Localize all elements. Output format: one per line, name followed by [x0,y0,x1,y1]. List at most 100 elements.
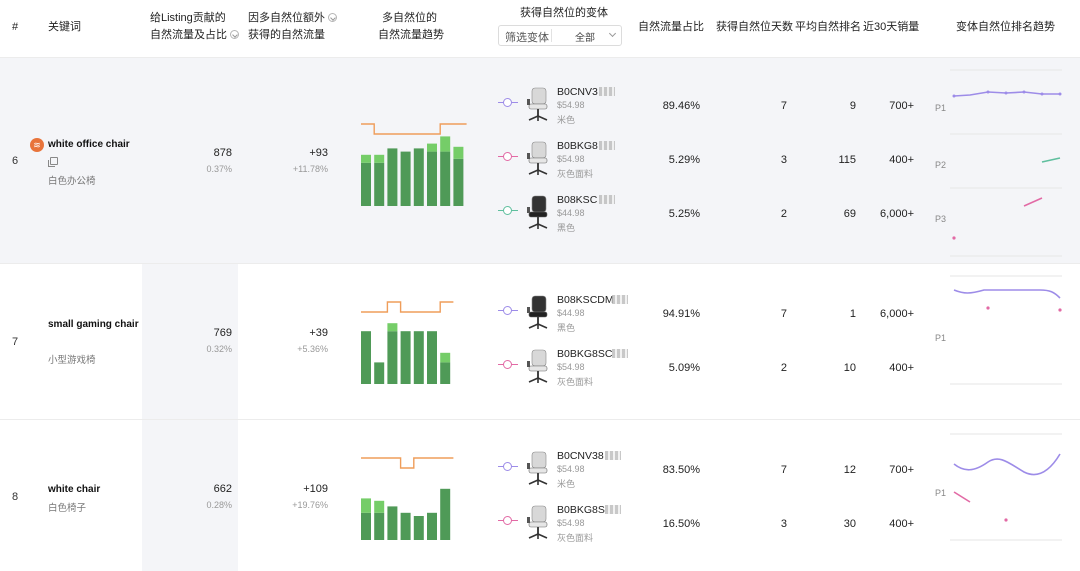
variant-node-icon [498,152,518,162]
trend-bar [361,162,371,206]
variant-color: 米色 [557,479,576,489]
trend-bar [440,488,451,540]
trend-bar [427,151,437,206]
rank-level-label: P1 [935,488,947,498]
header-share: 自然流量占比 [638,21,704,33]
trend-bar [387,148,398,206]
chair-icon[interactable] [524,140,552,178]
variant-item[interactable]: B08KSCDM $44.98 黑色 [498,294,638,340]
trend-bar [374,512,385,540]
variant-days: 7 [780,308,787,320]
redacted-mask [611,295,628,304]
keyword-translation: 白色椅子 [48,503,87,514]
variant-asin[interactable]: B0BKG8SC [557,348,612,360]
chair-icon[interactable] [524,348,552,386]
variant-days: 3 [780,154,787,166]
header-extra-line2: 获得的自然流量 [248,29,325,41]
trend-bar-extra [440,352,451,363]
trend-bar [361,331,371,384]
variant-asin[interactable]: B08KSCDM [557,294,614,306]
chair-icon[interactable] [524,450,552,488]
trend-bar [413,148,424,206]
variant-sales30: 400+ [889,154,914,166]
variant-item[interactable]: B0CNV38 $54.98 米色 [498,450,638,496]
variant-avg-rank: 115 [838,154,856,166]
variant-item[interactable]: B0BKG8S $54.98 灰色面料 [498,504,638,550]
variant-avg-rank: 30 [843,518,856,530]
chair-icon[interactable] [524,294,552,332]
table-header: # 关键词 给Listing贡献的 自然流量及占比 因多自然位额外 获得的自然流… [0,0,1080,58]
variant-node-icon [498,206,518,216]
trend-bar-extra [440,136,451,152]
variant-avg-rank: 12 [843,464,856,476]
trend-bar [400,512,411,540]
variant-asin[interactable]: B08KSC [557,194,597,206]
traffic-percent: 0.32% [206,344,232,354]
variant-sales30: 400+ [889,518,914,530]
header-keyword: 关键词 [48,21,81,33]
filter-divider [551,29,552,42]
table-row[interactable] [0,264,1080,420]
traffic-value: 769 [213,327,232,339]
variant-color: 黑色 [557,223,576,233]
chair-icon[interactable] [524,504,552,542]
sort-icon[interactable] [230,30,239,39]
header-rank-trend: 变体自然位排名趋势 [956,21,1055,33]
trend-bar [361,512,371,540]
rank-trend-chart [950,433,1062,541]
trend-bar-extra [374,154,385,163]
position-count-line [361,123,467,135]
trend-bar [413,516,424,540]
rank-level-label: P3 [935,214,947,224]
variant-days: 7 [780,464,787,476]
variant-node-icon [498,462,518,472]
variant-item[interactable]: B0BKG8SC $54.98 灰色面料 [498,348,638,394]
trend-bar [427,512,437,540]
variant-asin[interactable]: B0CNV3 [557,86,598,98]
keyword-text[interactable]: white office chair [48,139,130,150]
variant-node-icon [498,306,518,316]
variant-share: 16.50% [662,518,700,530]
variant-node-icon [498,360,518,370]
variant-item[interactable]: B08KSC $44.98 黑色 [498,194,638,240]
variant-days: 3 [780,518,787,530]
variant-asin[interactable]: B0CNV38 [557,450,604,462]
variant-share: 94.91% [662,308,700,320]
rank-level-label: P1 [935,103,947,113]
header-traffic[interactable]: 给Listing贡献的 自然流量及占比 [150,10,239,44]
variant-color: 灰色面料 [557,377,594,387]
sort-icon[interactable] [328,13,337,22]
copy-icon[interactable] [48,157,58,167]
rank-trend-series [953,289,1061,299]
variant-sales30: 700+ [889,100,914,112]
variant-avg-rank: 1 [849,308,856,320]
chair-icon[interactable] [524,86,552,124]
header-traffic-line2: 自然流量及占比 [150,29,227,41]
variant-item[interactable]: B0CNV3 $54.98 米色 [498,86,638,132]
chair-icon[interactable] [524,194,552,232]
variant-color: 灰色面料 [557,169,594,179]
variant-filter-select[interactable]: 筛选变体 全部 [498,25,622,46]
variant-asin[interactable]: B0BKG8S [557,504,605,516]
variant-asin[interactable]: B0BKG8 [557,140,598,152]
header-extra-traffic[interactable]: 因多自然位额外 获得的自然流量 [248,10,337,44]
rank-trend-series [953,491,971,503]
variant-item[interactable]: B0BKG8 $54.98 灰色面料 [498,140,638,186]
header-extra-line1: 因多自然位额外 [248,12,325,24]
keyword-translation: 小型游戏椅 [48,355,96,366]
keyword-text[interactable]: white chair [48,484,100,495]
trend-bar-extra [361,154,371,163]
trend-bar [400,331,411,384]
variant-days: 7 [780,100,787,112]
position-count-line [361,457,454,469]
keyword-text[interactable]: small gaming chair [48,319,139,330]
trend-bar [413,331,424,384]
rank-trend-chart [950,69,1062,257]
rank-trend-point [1004,518,1008,522]
variant-share: 83.50% [662,464,700,476]
extra-traffic-value: +39 [309,327,328,339]
rank-trend-series [1023,197,1043,207]
variant-avg-rank: 10 [843,362,856,374]
extra-traffic-percent: +11.78% [292,164,328,174]
trend-bar-extra [374,500,385,513]
